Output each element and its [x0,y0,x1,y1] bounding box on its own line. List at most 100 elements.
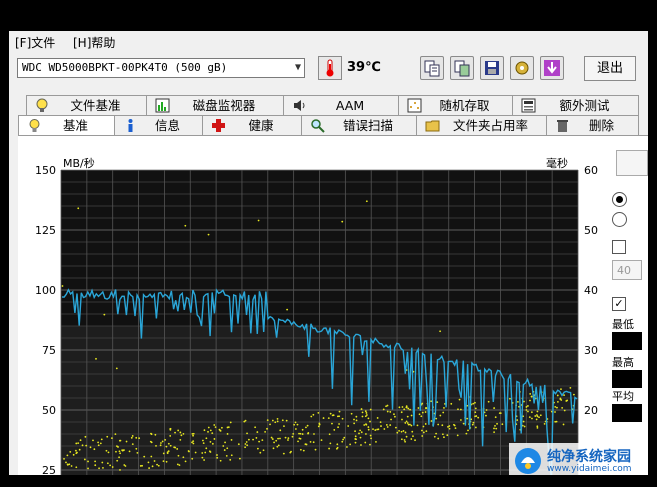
access-time-point [401,406,404,408]
download-button[interactable] [540,56,564,80]
access-time-point [219,429,222,432]
save-button[interactable] [480,56,504,80]
tab-benchmark[interactable]: 基准 [18,115,115,136]
access-time-point [216,454,218,456]
write-radio[interactable] [612,212,627,227]
access-time-point [106,462,109,465]
access-time-point [107,451,110,454]
access-time-checkbox[interactable]: ✓ [612,297,626,311]
access-time-point [421,429,423,432]
access-time-point [561,406,564,409]
copy-screen-button[interactable] [450,56,474,80]
access-time-point [245,441,248,443]
access-time-point [467,429,469,432]
tab-extra-tests[interactable]: 额外测试 [512,95,639,115]
access-time-point [306,424,309,427]
access-time-point [287,437,290,440]
access-time-point [209,451,212,453]
access-time-point [370,437,372,440]
access-time-point [115,450,117,453]
access-time-point [209,429,212,432]
tab-erase[interactable]: 删除 [546,115,639,135]
access-time-point [338,415,341,418]
access-time-point [259,451,262,454]
access-time-point [425,430,428,433]
short-stroke-checkbox[interactable] [612,240,626,254]
access-time-point [453,424,456,427]
access-time-point [337,426,339,429]
access-time-point [157,464,160,467]
tab-file-benchmark[interactable]: 文件基准 [26,95,147,115]
access-time-point [291,435,294,438]
access-time-point [441,424,444,427]
drive-select-value: WDC WD5000BPKT-00PK4T0 (500 gB) [22,61,228,74]
access-time-point [386,410,389,413]
access-time-point [160,442,162,444]
tab-info[interactable]: 信息 [114,115,203,135]
access-time-point [404,422,407,424]
access-time-point [411,430,414,433]
tab-error-scan[interactable]: 错误扫描 [301,115,417,135]
access-time-point [202,442,205,445]
y-axis-label-left: MB/秒 [63,156,95,170]
access-time-point [66,454,69,457]
y-tick-right: 60 [584,164,598,177]
tab-disk-monitor[interactable]: 磁盘监视器 [146,95,284,115]
read-radio[interactable] [612,192,627,207]
tab-label: 错误扫描 [342,118,393,133]
options-button[interactable] [510,56,534,80]
y-tick-left: 75 [42,344,56,357]
access-time-point [205,437,208,440]
benchmark-chart: MB/秒 毫秒 150 125 100 75 50 25 60 50 40 30 20 [35,156,598,475]
start-button[interactable] [616,150,648,176]
access-time-point [279,437,281,440]
access-time-point [493,431,496,434]
access-time-point [94,464,97,467]
exit-button[interactable]: 退出 [584,56,636,81]
access-time-point [359,436,362,439]
access-time-point [327,417,330,420]
access-time-point [309,440,312,443]
copy-text-button[interactable] [420,56,444,80]
tab-random-access[interactable]: 随机存取 [398,95,513,115]
menu-help[interactable]: [H]帮助 [73,34,115,51]
tab-label: 健康 [248,118,274,133]
access-time-point [376,428,379,431]
watermark-logo-icon [515,448,541,474]
access-time-point [353,422,356,425]
access-time-point [285,419,288,422]
tab-health[interactable]: 健康 [202,115,302,135]
access-time-point [462,422,465,425]
y-tick-right: 30 [584,344,598,357]
access-time-point [369,408,372,411]
access-time-point [437,423,440,426]
access-time-point [375,440,377,443]
access-time-point [277,444,280,447]
access-time-point [177,454,180,457]
access-time-point [256,431,259,433]
tab-folder-usage[interactable]: 文件夹占用率 [416,115,547,135]
access-time-point [150,432,152,435]
access-time-point [421,435,424,437]
access-time-point [207,430,209,433]
access-time-point [279,429,282,432]
access-time-point [474,411,477,414]
access-time-point [376,417,379,419]
access-time-point [243,420,246,423]
temperature-value: 39℃ [347,60,381,75]
access-time-point [382,408,385,411]
tab-aam[interactable]: AAM [283,95,399,115]
access-time-point [487,400,490,403]
access-time-point [374,429,377,431]
access-time-point [271,438,274,440]
access-time-point [365,200,368,203]
access-time-point [559,397,562,400]
short-stroke-value[interactable]: 40 [612,260,642,280]
menu-file[interactable]: [F]文件 [15,34,55,51]
access-time-point [527,405,529,407]
access-time-point [78,448,81,451]
access-time-point [400,411,403,414]
drive-select[interactable]: WDC WD5000BPKT-00PK4T0 (500 gB) ▼ [17,58,305,78]
tab-label: 基准 [62,118,88,133]
access-time-point [203,429,206,432]
